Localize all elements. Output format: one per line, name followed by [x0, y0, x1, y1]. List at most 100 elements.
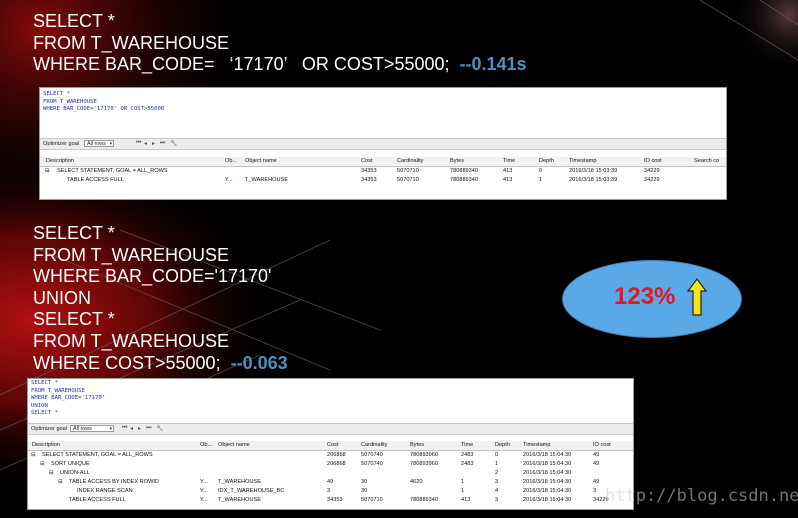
cell-object-name: T_WAREHOUSE: [218, 497, 261, 503]
first-icon[interactable]: ⏮: [136, 140, 141, 147]
code-line: SELECT *: [43, 91, 70, 97]
up-arrow-icon: [687, 278, 707, 316]
expand-icon[interactable]: ⊟: [49, 470, 54, 476]
cell-object-name: T_WAREHOUSE: [218, 479, 261, 485]
cell-bytes: 780893960: [410, 461, 438, 467]
expand-icon[interactable]: ⊟: [31, 452, 36, 458]
next-icon[interactable]: ▸: [138, 425, 141, 432]
cell-io-cost: 49: [593, 479, 600, 485]
last-icon[interactable]: ⏭: [160, 140, 165, 147]
table-row[interactable]: TABLE ACCESS FULL Y... T_WAREHOUSE 34353…: [40, 176, 726, 185]
wrench-icon[interactable]: 🔧: [170, 140, 177, 147]
col-depth: Depth: [495, 442, 510, 448]
table-row[interactable]: ⊟ UNION-ALL 2 2016/3/18 15:04:30: [28, 469, 633, 478]
cell-bytes: 780889340: [410, 497, 438, 503]
code-line: WHERE BAR_CODE='17170' OR COST>55000: [43, 106, 165, 113]
prev-icon[interactable]: ◂: [144, 140, 147, 147]
col-description: Description: [46, 158, 74, 164]
cell-time: 2483: [461, 461, 474, 467]
code-line: FROM T_WAREHOUSE: [31, 387, 85, 394]
last-icon[interactable]: ⏭: [146, 425, 151, 432]
plan-toolbar: Optimizer goal All rows ▾ ⏮ ◂ ▸ ⏭ 🔧: [28, 424, 633, 435]
col-cardinality: Cardinality: [361, 442, 388, 448]
col-io-cost: IO cost: [644, 158, 662, 164]
cell-io-cost: 34229: [644, 168, 660, 174]
query2-line: FROM T_WAREHOUSE: [33, 330, 230, 351]
improvement-percent: 123%: [614, 283, 676, 310]
plan-panel-1: SELECT * FROM T_WAREHOUSE WHERE BAR_CODE…: [39, 87, 727, 200]
query2-line: SELECT *: [33, 309, 115, 330]
query1-where-line: WHERE BAR_CODE= ‘17170’ OR COST>55000; -…: [33, 54, 527, 76]
expand-icon[interactable]: ⊟: [58, 479, 63, 485]
optimizer-goal-select[interactable]: All rows ▾: [84, 140, 114, 147]
cell-timestamp: 2016/3/18 15:04:30: [523, 452, 572, 458]
cell-depth: 1: [495, 461, 499, 467]
table-row[interactable]: ⊟ SORT UNIQUE 206868 5070740 780893960 2…: [28, 460, 633, 469]
cell-timestamp: 2016/3/18 15:03:39: [569, 177, 618, 183]
cell-description: INDEX RANGE SCAN: [77, 488, 133, 494]
chevron-down-icon: ▾: [109, 141, 112, 147]
query2-text: SELECT * FROM T_WAREHOUSE WHERE BAR_CODE…: [33, 223, 288, 374]
cell-cost: 49: [327, 479, 334, 485]
code-line: FROM T_WAREHOUSE: [43, 98, 97, 105]
table-row[interactable]: TABLE ACCESS FULL Y... T_WAREHOUSE 34353…: [28, 496, 633, 505]
col-description: Description: [32, 442, 60, 448]
expand-icon[interactable]: ⊟: [40, 461, 45, 467]
cell-time: 1: [461, 479, 465, 485]
plan-toolbar: Optimizer goal All rows ▾ ⏮ ◂ ▸ ⏭ 🔧: [40, 139, 726, 150]
table-row[interactable]: ⊟ SELECT STATEMENT, GOAL = ALL_ROWS 2068…: [28, 451, 633, 460]
cell-cost: 34353: [361, 168, 377, 174]
table-row[interactable]: INDEX RANGE SCAN Y... IDX_T_WAREHOUSE_BC…: [28, 487, 633, 496]
cell-depth: 0: [495, 452, 499, 458]
cell-ob: Y...: [200, 497, 208, 503]
cell-object-name: IDX_T_WAREHOUSE_BC: [218, 488, 285, 494]
cell-timestamp: 2016/3/18 15:04:30: [523, 497, 572, 503]
table-row[interactable]: ⊟ TABLE ACCESS BY INDEX ROWID Y... T_WAR…: [28, 478, 633, 487]
expand-icon[interactable]: ⊟: [45, 168, 50, 174]
col-timestamp: Timestamp: [569, 158, 597, 164]
prev-icon[interactable]: ◂: [130, 425, 133, 432]
optimizer-goal-value: All rows: [87, 141, 106, 147]
optimizer-goal-select[interactable]: All rows ▾: [70, 425, 114, 432]
cell-ob: Y...: [200, 488, 208, 494]
optimizer-goal-label: Optimizer goal: [31, 426, 68, 432]
col-ob: Ob...: [200, 442, 213, 448]
sql-editor[interactable]: SELECT * FROM T_WAREHOUSE WHERE BAR_CODE…: [40, 88, 726, 139]
cell-depth: 3: [495, 479, 499, 485]
cell-time: 413: [503, 177, 513, 183]
cell-time: 2483: [461, 452, 474, 458]
cell-timestamp: 2016/3/18 15:03:39: [569, 168, 618, 174]
cell-cardinality: 5070740: [361, 461, 383, 467]
col-search-cost: Search co: [694, 158, 720, 164]
table-row[interactable]: ⊟ SELECT STATEMENT, GOAL = ALL_ROWS 3435…: [40, 167, 726, 176]
first-icon[interactable]: ⏮: [122, 425, 127, 432]
cell-cost: 34353: [327, 497, 343, 503]
cell-description: SELECT STATEMENT, GOAL = ALL_ROWS: [57, 168, 168, 174]
cell-ob: Y...: [200, 479, 208, 485]
cell-ob: Y...: [225, 177, 233, 183]
query2-where-line: WHERE COST>55000; --0.063: [33, 353, 288, 375]
wrench-icon[interactable]: 🔧: [156, 425, 163, 432]
grid-header: Description Ob... Object name Cost Cardi…: [40, 157, 726, 167]
next-icon[interactable]: ▸: [152, 140, 155, 147]
cell-cardinality: 5070710: [361, 497, 383, 503]
plan-panel-2: SELECT * FROM T_WAREHOUSE WHERE BAR_CODE…: [27, 378, 634, 510]
col-time: Time: [503, 158, 516, 164]
query2-line: SELECT *: [33, 223, 115, 243]
cell-depth: 2: [495, 470, 499, 476]
cell-description: UNION-ALL: [60, 470, 90, 476]
cell-cost: 3: [327, 488, 331, 494]
optimizer-goal-label: Optimizer goal: [43, 141, 80, 147]
col-cost: Cost: [361, 158, 373, 164]
query2-where: WHERE COST>55000;: [33, 352, 221, 373]
col-timestamp: Timestamp: [523, 442, 551, 448]
cell-cost: 34353: [361, 177, 377, 183]
cell-object-name: T_WAREHOUSE: [245, 177, 288, 183]
query1-line: FROM T_WAREHOUSE: [33, 32, 230, 53]
col-cost: Cost: [327, 442, 339, 448]
cell-io-cost: 3: [593, 488, 597, 494]
cell-time: 413: [503, 168, 513, 174]
cell-io-cost: 49: [593, 461, 600, 467]
sql-editor[interactable]: SELECT * FROM T_WAREHOUSE WHERE BAR_CODE…: [28, 379, 633, 424]
cell-description: SORT UNIQUE: [51, 461, 90, 467]
